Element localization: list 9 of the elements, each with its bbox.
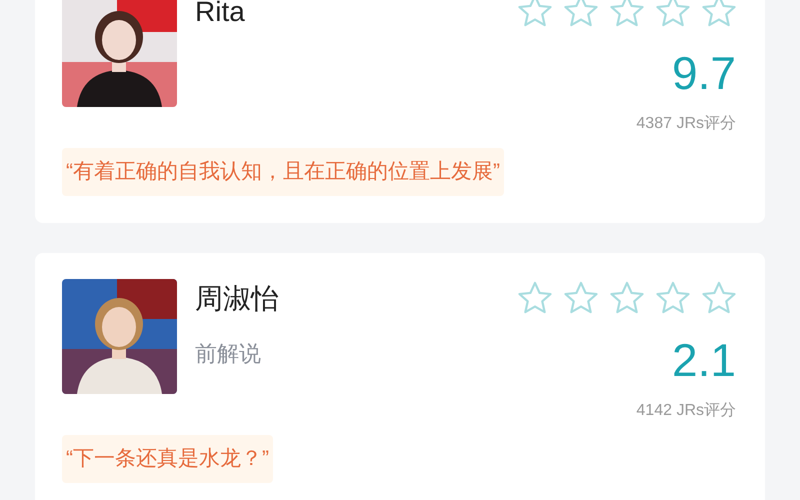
score: 2.1 [672, 335, 736, 385]
rating-count: 4387 JRs评分 [636, 114, 736, 134]
quote: “有着正确的自我认知，且在正确的位置上发展” [62, 148, 504, 196]
role-label: 前解说 [195, 340, 261, 368]
rating-count: 4142 JRs评分 [636, 401, 736, 421]
score: 9.7 [672, 48, 736, 98]
person-name: Rita [195, 0, 245, 29]
quote: “下一条还真是水龙？” [62, 435, 273, 483]
person-name: 周淑怡 [195, 282, 279, 316]
